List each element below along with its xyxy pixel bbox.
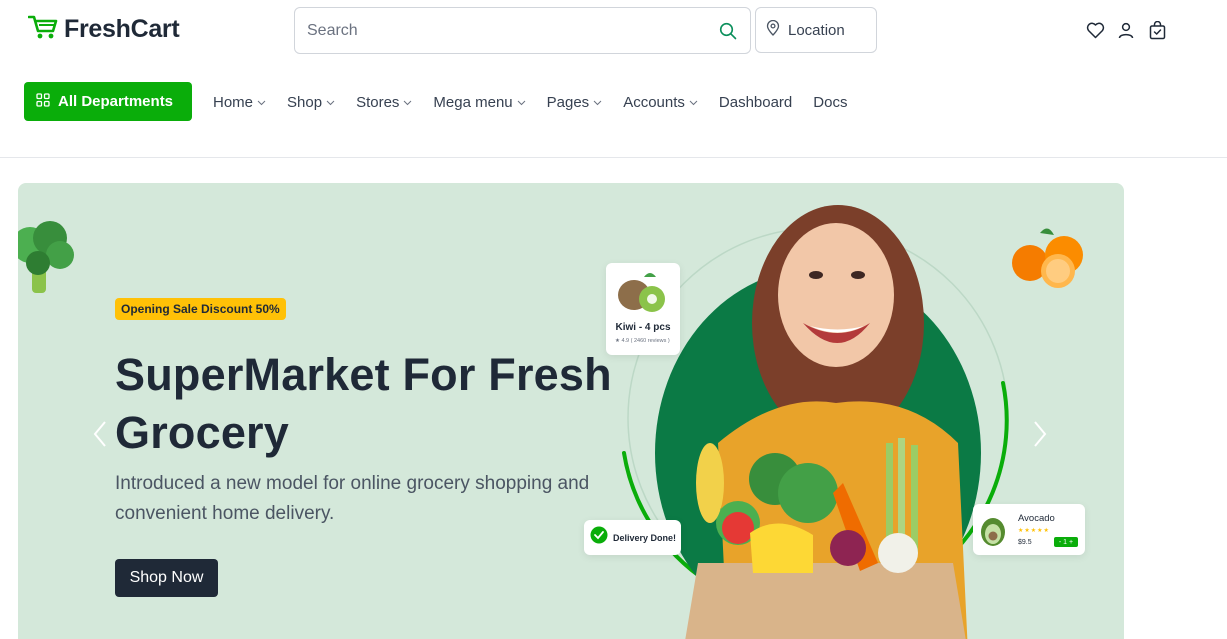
broccoli-image xyxy=(18,221,74,293)
nav-item-stores[interactable]: Stores xyxy=(356,94,412,111)
check-circle-icon xyxy=(590,526,608,549)
nav-item-mega-menu[interactable]: Mega menu xyxy=(433,94,525,111)
chevron-down-icon xyxy=(257,98,266,107)
main-nav: Home Shop Stores Mega menu Pages Account… xyxy=(213,94,868,111)
nav-label: Dashboard xyxy=(718,94,793,111)
map-pin-icon xyxy=(766,19,780,40)
nav-label: Pages xyxy=(546,94,590,111)
avocado-rating-stars: ★★★★★ xyxy=(1018,528,1050,534)
all-departments-button[interactable]: All Departments xyxy=(24,82,192,121)
avocado-price: $9.5 xyxy=(1018,539,1032,546)
search-bar xyxy=(294,7,751,54)
avocado-quantity-stepper[interactable]: - 1 + xyxy=(1054,537,1078,547)
all-departments-label: All Departments xyxy=(58,93,174,110)
orange-image xyxy=(1012,228,1083,288)
brand-name: FreshCart xyxy=(64,15,180,43)
nav-label: Home xyxy=(213,94,254,111)
chevron-left-icon[interactable] xyxy=(90,419,110,449)
avocado-product-card: Avocado ★★★★★ $9.5 - 1 + xyxy=(973,504,1085,555)
hero-banner: Opening Sale Discount 50% SuperMarket Fo… xyxy=(18,183,1124,639)
kiwi-product-name: Kiwi - 4 pcs xyxy=(615,322,671,333)
kiwi-rating: ★ 4.9 ( 2460 reviews ) xyxy=(615,338,670,344)
search-icon[interactable] xyxy=(718,21,738,41)
cart-logo-icon xyxy=(27,14,58,45)
location-button[interactable]: Location xyxy=(755,7,877,53)
delivery-status-card: Delivery Done! xyxy=(584,520,681,555)
avocado-product-name: Avocado xyxy=(1018,513,1055,524)
delivery-status-text: Delivery Done! xyxy=(613,532,677,543)
nav-label: Accounts xyxy=(623,94,685,111)
brand-logo[interactable]: FreshCart xyxy=(27,14,180,45)
user-icon[interactable] xyxy=(1116,20,1136,40)
location-label: Location xyxy=(788,21,845,39)
nav-item-dashboard[interactable]: Dashboard xyxy=(719,94,792,111)
grid-icon xyxy=(36,92,50,111)
header-actions xyxy=(1085,20,1167,40)
nav-item-accounts[interactable]: Accounts xyxy=(623,94,698,111)
chevron-right-icon[interactable] xyxy=(1030,419,1050,449)
hero-description: Introduced a new model for online grocer… xyxy=(115,473,590,524)
nav-label: Shop xyxy=(287,94,323,111)
nav-item-shop[interactable]: Shop xyxy=(287,94,335,111)
header-divider xyxy=(0,157,1227,158)
nav-item-home[interactable]: Home xyxy=(213,94,266,111)
heart-icon[interactable] xyxy=(1085,20,1105,40)
sale-badge: Opening Sale Discount 50% xyxy=(115,298,286,320)
shopping-bag-icon[interactable] xyxy=(1147,20,1167,40)
chevron-down-icon xyxy=(517,98,526,107)
kiwi-product-card: Kiwi - 4 pcs ★ 4.9 ( 2460 reviews ) xyxy=(606,263,680,355)
chevron-down-icon xyxy=(689,98,698,107)
chevron-down-icon xyxy=(403,98,412,107)
nav-item-pages[interactable]: Pages xyxy=(547,94,603,111)
nav-item-docs[interactable]: Docs xyxy=(813,94,847,111)
chevron-down-icon xyxy=(593,98,602,107)
nav-label: Mega menu xyxy=(433,94,513,111)
search-input[interactable] xyxy=(307,21,718,40)
nav-label: Stores xyxy=(356,94,400,111)
avocado-image xyxy=(981,518,1005,546)
shop-now-button[interactable]: Shop Now xyxy=(115,559,218,597)
hero-title: SuperMarket For Fresh Grocery xyxy=(115,349,612,458)
nav-label: Docs xyxy=(813,94,848,111)
kiwi-image xyxy=(618,273,665,312)
chevron-down-icon xyxy=(326,98,335,107)
